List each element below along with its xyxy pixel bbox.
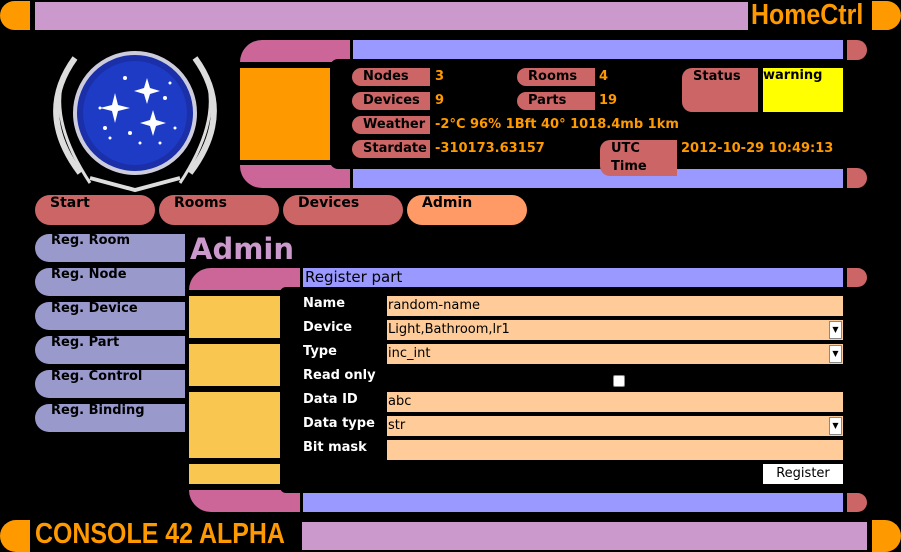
form-cap-bottom [847, 493, 867, 512]
header-cap-bottom [847, 168, 867, 188]
header-bar-top [353, 40, 843, 60]
sidebar-item-reg-control[interactable]: Reg. Control [35, 370, 185, 398]
form-block [189, 464, 284, 484]
parts-value: 19 [599, 93, 618, 108]
stardate-value: -310173.63157 [435, 141, 545, 156]
datatype-select-value: str [388, 418, 406, 433]
chevron-down-icon[interactable]: ▼ [829, 345, 842, 363]
form-block [189, 392, 284, 458]
footer-title: CONSOLE 42 ALPHA [35, 518, 285, 550]
dataid-label: Data ID [303, 392, 358, 407]
form-panel [280, 287, 850, 493]
header-block [240, 68, 335, 160]
chevron-down-icon[interactable]: ▼ [829, 417, 842, 435]
bottom-bar [302, 522, 867, 550]
status-label: Status [682, 68, 758, 112]
nodes-value: 3 [435, 69, 445, 84]
federation-logo [53, 51, 217, 193]
sidebar-item-reg-binding[interactable]: Reg. Binding [35, 404, 185, 432]
utc-label: UTC Time [600, 140, 677, 176]
sidebar-item-reg-room[interactable]: Reg. Room [35, 234, 185, 262]
tab-devices[interactable]: Devices [283, 195, 403, 225]
rooms-label: Rooms [517, 68, 595, 86]
tab-rooms[interactable]: Rooms [159, 195, 279, 225]
form-title: Register part [305, 268, 403, 286]
top-bar [35, 2, 748, 30]
dataid-input[interactable]: abc [387, 392, 843, 412]
sidebar-item-reg-device[interactable]: Reg. Device [35, 302, 185, 330]
header-elbow-bottom [240, 165, 350, 188]
bitmask-input[interactable] [387, 440, 843, 460]
register-button[interactable]: Register [763, 464, 843, 484]
header-elbow-top [240, 40, 350, 62]
page-title: Admin [190, 232, 295, 266]
chevron-down-icon[interactable]: ▼ [829, 321, 842, 339]
nodes-label: Nodes [352, 68, 430, 86]
weather-label: Weather [352, 116, 430, 134]
tab-admin[interactable]: Admin [407, 195, 527, 225]
datatype-select[interactable]: str ▼ [387, 416, 843, 436]
sidebar-item-reg-node[interactable]: Reg. Node [35, 268, 185, 296]
form-cap-top [847, 268, 867, 287]
device-label: Device [303, 320, 353, 335]
device-select-value: Light,Bathroom,lr1 [388, 322, 510, 337]
app-title: HomeCtrl [751, 0, 864, 31]
form-block [189, 344, 284, 386]
sidebar-item-reg-part[interactable]: Reg. Part [35, 336, 185, 364]
datatype-label: Data type [303, 416, 375, 431]
readonly-checkbox[interactable] [613, 375, 625, 387]
bitmask-label: Bit mask [303, 440, 367, 455]
type-select[interactable]: inc_int ▼ [387, 344, 843, 364]
utc-value: 2012-10-29 10:49:13 [681, 141, 834, 156]
weather-value: -2°C 96% 1Bft 40° 1018.4mb 1km [435, 117, 679, 132]
devices-value: 9 [435, 93, 445, 108]
parts-label: Parts [517, 92, 595, 110]
form-elbow-bottom [189, 490, 300, 512]
devices-label: Devices [352, 92, 430, 110]
header-cap-top [847, 40, 867, 60]
name-input[interactable]: random-name [387, 296, 843, 316]
top-left-cap [0, 1, 30, 30]
header-bar-bottom [353, 168, 843, 188]
name-label: Name [303, 296, 346, 311]
type-select-value: inc_int [388, 346, 431, 361]
rooms-value: 4 [599, 69, 609, 84]
status-badge: warning [763, 68, 843, 112]
form-bar-bottom [303, 493, 843, 512]
readonly-label: Read only [303, 368, 376, 383]
form-block [189, 296, 284, 338]
tab-start[interactable]: Start [35, 195, 155, 225]
bottom-right-cap [872, 520, 901, 552]
bottom-left-cap [0, 520, 30, 552]
top-right-cap [872, 1, 901, 30]
stardate-label: Stardate [352, 140, 430, 158]
type-label: Type [303, 344, 337, 359]
device-select[interactable]: Light,Bathroom,lr1 ▼ [387, 320, 843, 340]
